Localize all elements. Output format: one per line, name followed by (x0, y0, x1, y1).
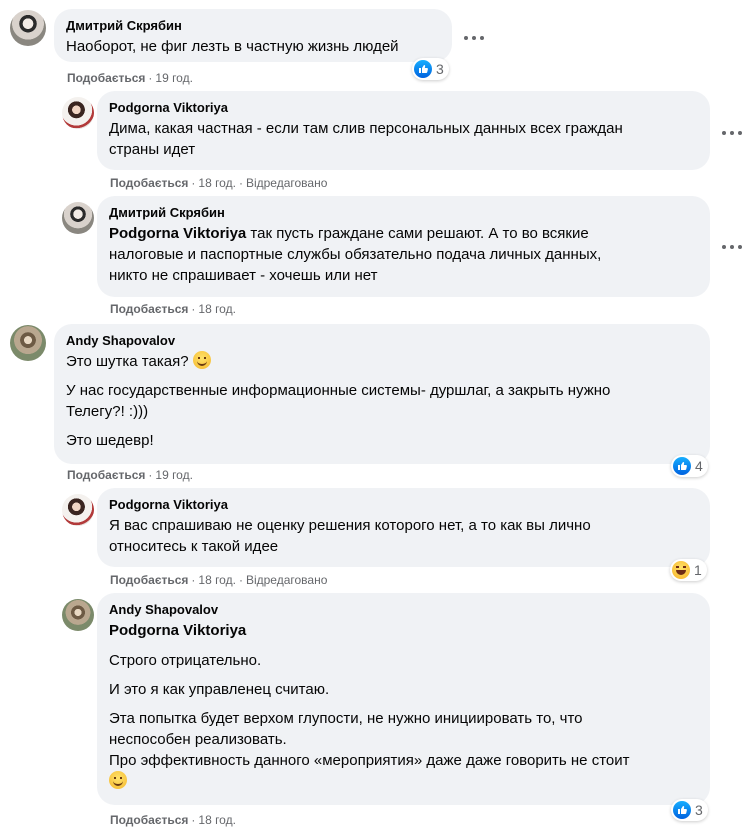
comment-author[interactable]: Podgorna Viktoriya (109, 99, 698, 116)
like-reaction-icon (673, 457, 691, 475)
avatar[interactable] (62, 202, 94, 234)
comment-bubble: Andy Shapovalov Это шутка такая? У нас г… (54, 324, 710, 464)
mention-link[interactable]: Podgorna Viktoriya (109, 620, 698, 641)
comment-text: Строго отрицательно. (109, 652, 262, 669)
comment-text: Это шутка такая? (66, 351, 698, 372)
timestamp[interactable]: 18 год. (198, 302, 236, 316)
comment-actions: Подобається · 19 год. (67, 71, 193, 85)
comment-actions: Подобається · 18 год. · Відредаговано (110, 573, 328, 587)
reaction-summary[interactable]: 3 (412, 58, 449, 80)
comment-text: налоговые и паспортные службы обязательн… (109, 246, 602, 263)
comment-author[interactable]: Podgorna Viktoriya (109, 496, 698, 513)
avatar[interactable] (10, 325, 46, 361)
comment-author[interactable]: Дмитрий Скрябин (109, 204, 698, 221)
comment-text: никто не спрашивает - хочешь или нет (109, 267, 378, 284)
mention-link[interactable]: Podgorna Viktoriya (109, 225, 246, 242)
comment-author[interactable]: Andy Shapovalov (66, 332, 698, 349)
comment-text: Это шедевр! (66, 432, 154, 449)
comment-bubble: Дмитрий Скрябин Наоборот, не фиг лезть в… (54, 9, 452, 62)
reaction-count: 3 (695, 802, 703, 818)
reaction-summary[interactable]: 3 (671, 799, 708, 821)
avatar[interactable] (10, 10, 46, 46)
like-link[interactable]: Подобається (110, 813, 188, 827)
edited-label[interactable]: Відредаговано (246, 573, 327, 587)
like-reaction-icon (414, 60, 432, 78)
comment-text: Наоборот, не фиг лезть в частную жизнь л… (66, 38, 399, 55)
avatar[interactable] (62, 494, 94, 526)
haha-reaction-icon (672, 561, 690, 579)
reaction-count: 1 (694, 562, 702, 578)
comment-bubble: Podgorna Viktoriya Дима, какая частная -… (97, 91, 710, 170)
comment-bubble: Andy Shapovalov Podgorna Viktoriya Строг… (97, 593, 710, 805)
reaction-summary[interactable]: 1 (670, 559, 707, 581)
comment-text: Телегу?! :))) (66, 403, 149, 420)
comment-text (109, 771, 698, 792)
comment-author[interactable]: Дмитрий Скрябин (66, 17, 440, 34)
comment-text: И это я как управленец считаю. (109, 681, 330, 698)
reaction-summary[interactable]: 4 (671, 455, 708, 477)
like-link[interactable]: Подобається (110, 573, 188, 587)
reaction-count: 4 (695, 458, 703, 474)
more-options-icon[interactable] (722, 130, 742, 136)
timestamp[interactable]: 19 год. (155, 468, 193, 482)
comment-actions: Подобається · 19 год. (67, 468, 193, 482)
comment-text: У нас государственные информационные сис… (66, 382, 611, 399)
comment-text: неспособен реализовать. (109, 731, 287, 748)
smile-emoji-icon (109, 771, 127, 789)
avatar[interactable] (62, 97, 94, 129)
comment-text: Дима, какая частная - если там слив перс… (109, 120, 623, 137)
comment-actions: Подобається · 18 год. · Відредаговано (110, 176, 328, 190)
comment-text: страны идет (109, 141, 196, 158)
comment-bubble: Дмитрий Скрябин Podgorna Viktoriya так п… (97, 196, 710, 297)
timestamp[interactable]: 18 год. (198, 813, 236, 827)
timestamp[interactable]: 18 год. (198, 176, 236, 190)
comment-text: Podgorna Viktoriya так пусть граждане са… (109, 225, 589, 242)
comment-author[interactable]: Andy Shapovalov (109, 601, 698, 618)
timestamp[interactable]: 18 год. (198, 573, 236, 587)
like-link[interactable]: Подобається (110, 176, 188, 190)
comment-bubble: Podgorna Viktoriya Я вас спрашиваю не оц… (97, 488, 710, 567)
like-link[interactable]: Подобається (110, 302, 188, 316)
like-link[interactable]: Подобається (67, 468, 145, 482)
reaction-count: 3 (436, 61, 444, 77)
comment-actions: Подобається · 18 год. (110, 302, 236, 316)
smile-emoji-icon (192, 351, 211, 369)
comment-text: относитесь к такой идее (109, 538, 279, 555)
avatar[interactable] (62, 599, 94, 631)
like-link[interactable]: Подобається (67, 71, 145, 85)
edited-label[interactable]: Відредаговано (246, 176, 327, 190)
more-options-icon[interactable] (464, 35, 484, 41)
timestamp[interactable]: 19 год. (155, 71, 193, 85)
comment-text: Эта попытка будет верхом глупости, не ну… (109, 710, 583, 727)
comment-text: Про эффективность данного «мероприятия» … (109, 752, 630, 769)
comment-actions: Подобається · 18 год. (110, 813, 236, 827)
more-options-icon[interactable] (722, 244, 742, 250)
like-reaction-icon (673, 801, 691, 819)
comment-text: Я вас спрашиваю не оценку решения которо… (109, 517, 591, 534)
